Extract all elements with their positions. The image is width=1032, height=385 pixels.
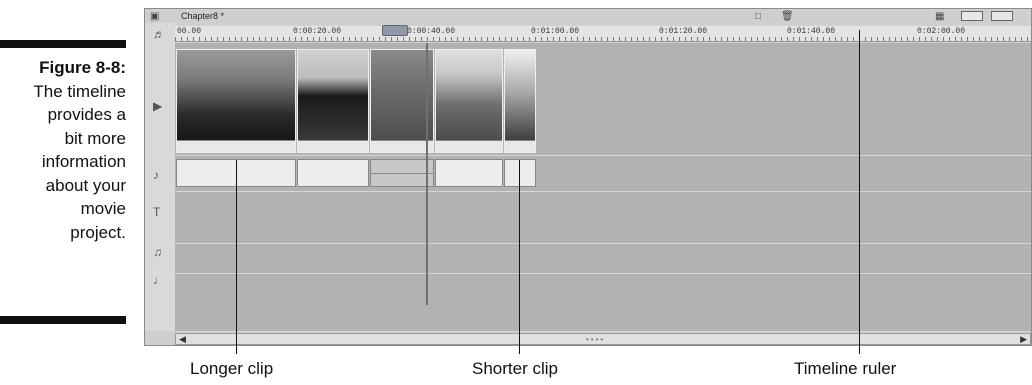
video-clip-boat[interactable] (297, 49, 369, 153)
caption-line: project. (70, 222, 126, 242)
film-icon[interactable]: ▣ (150, 11, 159, 22)
ruler-ticks (175, 37, 1031, 41)
ruler-label: 0:00:20.00 (293, 27, 342, 36)
timeline-window: ▣ Chapter8 * □ 🗑 ▦ ♬ ▶ ♪ T ♫ ♩ 00.00 0:0… (144, 8, 1032, 346)
scroll-grip[interactable]: •••• (586, 335, 605, 344)
audio-clip[interactable] (504, 159, 536, 187)
caption-line: movie (80, 199, 126, 218)
audio-clip[interactable] (297, 159, 369, 187)
track-headers: ♬ ▶ ♪ T ♫ ♩ (145, 23, 175, 331)
callout-leader-longer (236, 160, 237, 354)
speaker-icon[interactable]: ♬ (153, 27, 165, 41)
ruler-label: 0:00:40.00 (407, 27, 456, 36)
timeline-ruler[interactable]: 00.00 0:00:20.00 0:00:40.00 0:01:00.00 0… (175, 25, 1031, 42)
clip-strip (436, 140, 502, 152)
clip-strip (371, 140, 433, 152)
sound-icon[interactable]: ♫ (153, 245, 162, 259)
video-clip-bridge[interactable] (176, 49, 296, 153)
caption-top-rule (0, 40, 126, 48)
ruler-label: 0:01:40.00 (787, 27, 836, 36)
ruler-label: 0:01:20.00 (659, 27, 708, 36)
clip-strip (177, 140, 295, 152)
clip-thumbnail (177, 50, 295, 142)
caption-line: provides a (47, 105, 126, 124)
storyboard-view-icon[interactable]: ▦ (935, 11, 944, 22)
caption-line: information (41, 152, 126, 171)
video-clip-harbor[interactable] (370, 49, 434, 153)
figure-label: Figure 8-8: (39, 58, 126, 77)
scroll-right-icon[interactable]: ▶ (1020, 334, 1027, 345)
audio-clip[interactable] (370, 159, 434, 187)
caption-line: about your (45, 175, 126, 195)
callout-timeline-ruler: Timeline ruler (794, 359, 897, 378)
caption-line: The timeline (33, 81, 126, 101)
lane-divider (175, 273, 1031, 274)
callout-shorter-clip: Shorter clip (472, 359, 558, 378)
camera-icon[interactable]: ▶ (153, 99, 162, 113)
audio-clip[interactable] (435, 159, 503, 187)
lane-divider (175, 155, 1031, 156)
figure-caption: Figure 8-8: The timeline provides a bit … (0, 56, 126, 244)
ruler-label: 0:01:00.00 (531, 27, 580, 36)
clip-strip (298, 140, 368, 152)
ruler-label: 0:02:00.00 (917, 27, 966, 36)
horizontal-scrollbar[interactable]: ◀ •••• ▶ (175, 333, 1031, 345)
lane-divider (175, 243, 1031, 244)
ruler-label: 00.00 (177, 27, 202, 36)
playhead-line[interactable] (426, 43, 428, 305)
speaker-icon[interactable]: ♪ (153, 168, 159, 182)
track-area (175, 43, 1031, 331)
scroll-left-icon[interactable]: ◀ (179, 334, 186, 345)
clip-thumbnail (371, 50, 433, 142)
clip-thumbnail (298, 50, 368, 142)
text-view-button[interactable] (991, 11, 1013, 21)
callout-leader-ruler (859, 30, 860, 354)
clip-strip (505, 140, 535, 152)
timeline-view-button[interactable] (961, 11, 983, 21)
lane-divider (175, 191, 1031, 192)
music-icon[interactable]: ♩ (153, 273, 165, 287)
project-title: Chapter8 * (181, 11, 225, 21)
video-clip-tower[interactable] (504, 49, 536, 153)
callout-longer-clip: Longer clip (190, 359, 274, 378)
video-clip-rollercoaster[interactable] (435, 49, 503, 153)
playhead-scrubber[interactable] (382, 25, 408, 36)
caption-bottom-rule (0, 316, 126, 324)
callout-leader-shorter (519, 160, 520, 354)
caption-line: bit more (64, 128, 126, 148)
clip-thumbnail (505, 50, 535, 142)
title-bar: ▣ Chapter8 * □ 🗑 ▦ (145, 9, 1031, 23)
marker-icon[interactable]: □ (755, 11, 761, 22)
trash-icon[interactable]: 🗑 (781, 11, 794, 22)
clip-thumbnail (436, 50, 502, 142)
title-icon[interactable]: T (153, 205, 160, 219)
